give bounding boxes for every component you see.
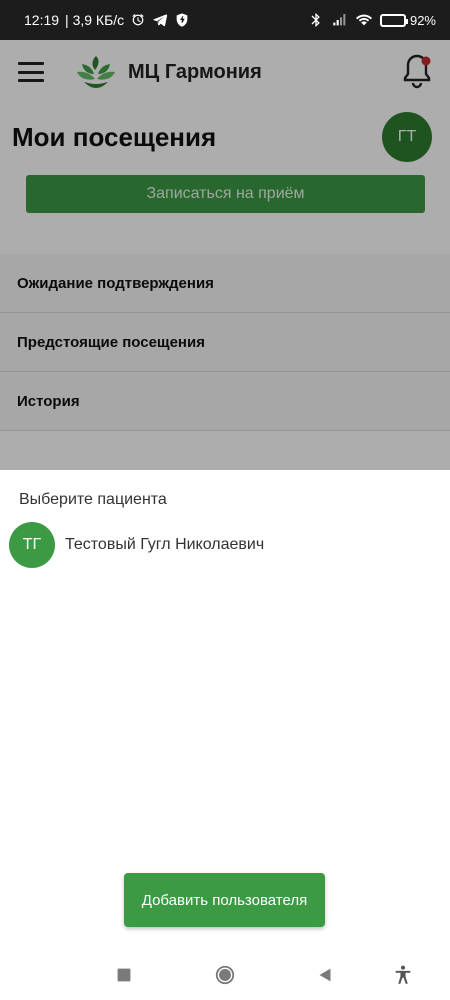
telegram-icon [152,12,168,28]
battery-percent: 92% [409,12,436,28]
network-speed: | 3,9 КБ/с [65,12,125,28]
add-user-button[interactable]: Добавить пользователя [124,873,325,927]
vpn-shield-icon [174,12,190,28]
wifi-icon [355,12,372,28]
scrim-overlay[interactable] [0,40,450,470]
recents-icon[interactable] [111,962,137,988]
alarm-icon [130,12,146,28]
system-nav-bar [0,950,450,1000]
back-icon[interactable] [312,962,338,988]
patient-avatar: ТГ [9,522,55,568]
sheet-title: Выберите пациента [19,491,167,508]
signal-icon [332,12,348,28]
bluetooth-icon [308,12,324,28]
battery-icon: 92% [379,12,436,28]
home-icon[interactable] [212,962,238,988]
accessibility-icon[interactable] [390,962,416,988]
status-time: 12:19 [24,12,60,28]
patient-list-item[interactable]: ТГ Тестовый Гугл Николаевич [0,521,450,569]
patient-name: Тестовый Гугл Николаевич [65,536,265,553]
status-bar: 12:19 | 3,9 КБ/с 92% [0,0,450,40]
